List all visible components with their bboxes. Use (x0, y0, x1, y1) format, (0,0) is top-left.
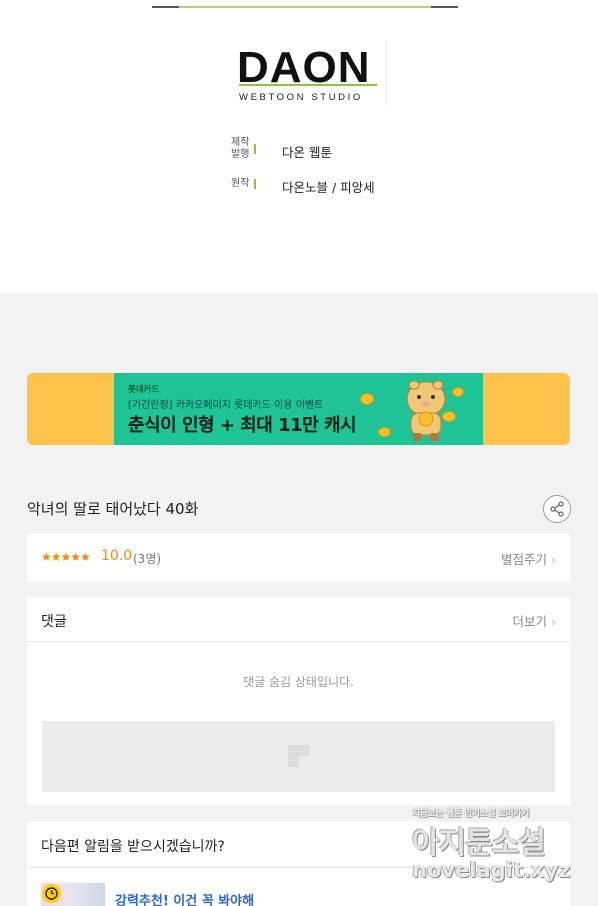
top-divider-center (179, 6, 431, 8)
logo-rule (386, 40, 387, 106)
comments-more-label: 더보기 (512, 614, 548, 629)
logo-sub-text: WEBTOON STUDIO (239, 92, 363, 103)
rating-count: (3명) (133, 552, 162, 566)
share-icon (550, 501, 564, 517)
production-label: 제작 발행 (231, 137, 250, 160)
ad-placeholder-icon (288, 745, 310, 767)
recommend-thumbnail[interactable] (41, 883, 105, 906)
watermark-url: novelagit.xyz (412, 858, 571, 882)
watermark: 지금보는 웹툰 인기소설 보러가기 아지툰소설 novelagit.xyz (410, 800, 585, 890)
logo-underline (239, 84, 377, 86)
original-separator (254, 179, 256, 189)
episode-title: 악녀의 딸로 태어났다 40화 (27, 500, 199, 518)
clock-icon (42, 884, 61, 903)
banner-title: 춘식이 인형 + 최대 11만 캐시 (128, 415, 357, 436)
notify-question: 다음편 알림을 받으시겠습니까? (41, 839, 225, 855)
chevron-right-icon: › (551, 614, 556, 629)
ad-placeholder[interactable] (42, 721, 555, 792)
coin-icon (452, 387, 464, 397)
chevron-right-icon: › (551, 552, 556, 567)
comments-more-button[interactable]: 더보기 › (513, 611, 557, 630)
rating-stars: ★★★★★ (41, 550, 91, 564)
character-illustration (406, 380, 446, 441)
top-divider-left (152, 6, 179, 8)
rating-card: ★★★★★ 10.0 (3명) 별점주기 › (27, 534, 570, 582)
original-label: 원작 (231, 178, 250, 189)
recommend-title[interactable]: 강력추천! 이건 꼭 봐야해 (115, 890, 254, 906)
banner-subtitle: [기간한정] 카카오페이지 롯데카드 이용 이벤트 (128, 400, 324, 411)
banner-brand: 롯데카드 (128, 385, 160, 395)
rating-score: 10.0 (101, 548, 133, 564)
top-divider-right (431, 6, 458, 8)
rate-button[interactable]: 별점주기 › (501, 549, 556, 568)
promo-banner[interactable]: 롯데카드 [기간한정] 카카오페이지 롯데카드 이용 이벤트 춘식이 인형 + … (27, 373, 570, 445)
production-separator (254, 144, 256, 154)
divider (27, 641, 570, 642)
promo-banner-content[interactable]: 롯데카드 [기간한정] 카카오페이지 롯데카드 이용 이벤트 춘식이 인형 + … (114, 373, 483, 445)
share-button[interactable] (543, 495, 571, 523)
daon-logo: DAON WEBTOON STUDIO (237, 46, 387, 106)
comments-card: 댓글 더보기 › 댓글 숨김 상태입니다. (27, 597, 570, 805)
credits-section: DAON WEBTOON STUDIO 제작 발행 다온 웹툰 원작 다온노블 … (0, 0, 598, 293)
coin-icon (360, 393, 374, 405)
coin-icon (378, 427, 391, 437)
original-value: 다온노블 / 피앙세 (282, 180, 375, 195)
coin-icon (442, 411, 456, 422)
comments-hidden-message: 댓글 숨김 상태입니다. (243, 675, 354, 689)
rate-button-label: 별점주기 (501, 552, 548, 567)
production-value: 다온 웹툰 (282, 145, 332, 160)
watermark-name: 아지툰소설 (412, 826, 546, 861)
comments-header: 댓글 (41, 614, 67, 630)
